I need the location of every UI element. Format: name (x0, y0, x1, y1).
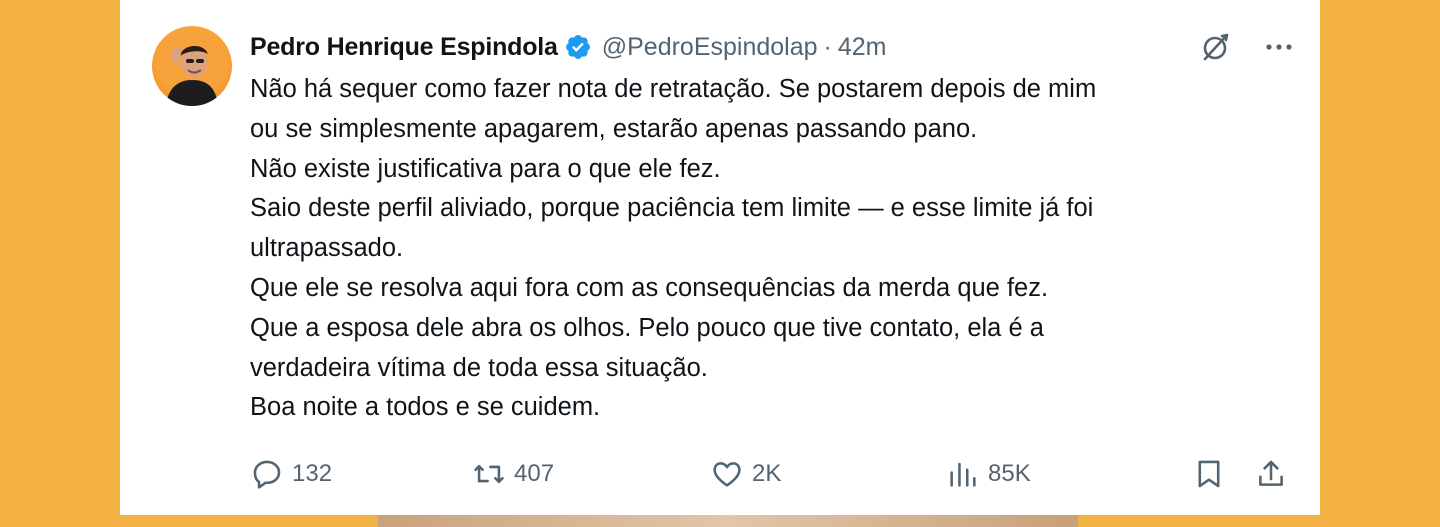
more-icon[interactable] (1262, 30, 1296, 64)
timestamp[interactable]: 42m (838, 33, 887, 62)
like-count: 2K (752, 460, 782, 487)
reply-count: 132 (292, 460, 333, 487)
avatar-portrait (166, 45, 218, 106)
verified-badge-icon[interactable] (564, 33, 592, 61)
avatar[interactable] (152, 26, 232, 106)
bookmark-icon (1198, 460, 1220, 488)
separator-dot: · (823, 32, 832, 61)
background-photo (378, 515, 1078, 527)
grok-icon[interactable] (1198, 30, 1232, 64)
views-button[interactable]: 85K (946, 454, 1031, 494)
tweet-text: Não há sequer como fazer nota de retrata… (250, 75, 1097, 422)
heart-icon (713, 462, 741, 487)
views-icon (950, 462, 976, 487)
repost-button[interactable]: 407 (472, 454, 554, 494)
tweet-card: Pedro Henrique Espindola @PedroEspindola… (120, 0, 1320, 515)
reply-icon (253, 460, 281, 489)
repost-icon (474, 464, 504, 484)
author-handle[interactable]: @PedroEspindolap (602, 33, 818, 62)
tweet-actions: 132 407 2K 85K (250, 454, 1290, 494)
share-button[interactable] (1254, 454, 1288, 494)
header-actions (1198, 30, 1296, 64)
tweet-header: Pedro Henrique Espindola @PedroEspindola… (250, 30, 1296, 64)
bookmark-button[interactable] (1192, 454, 1226, 494)
share-icon (1259, 460, 1283, 486)
views-count: 85K (988, 460, 1031, 487)
like-button[interactable]: 2K (710, 454, 781, 494)
author-name[interactable]: Pedro Henrique Espindola (250, 33, 558, 62)
repost-count: 407 (514, 460, 555, 487)
reply-button[interactable]: 132 (250, 454, 332, 494)
